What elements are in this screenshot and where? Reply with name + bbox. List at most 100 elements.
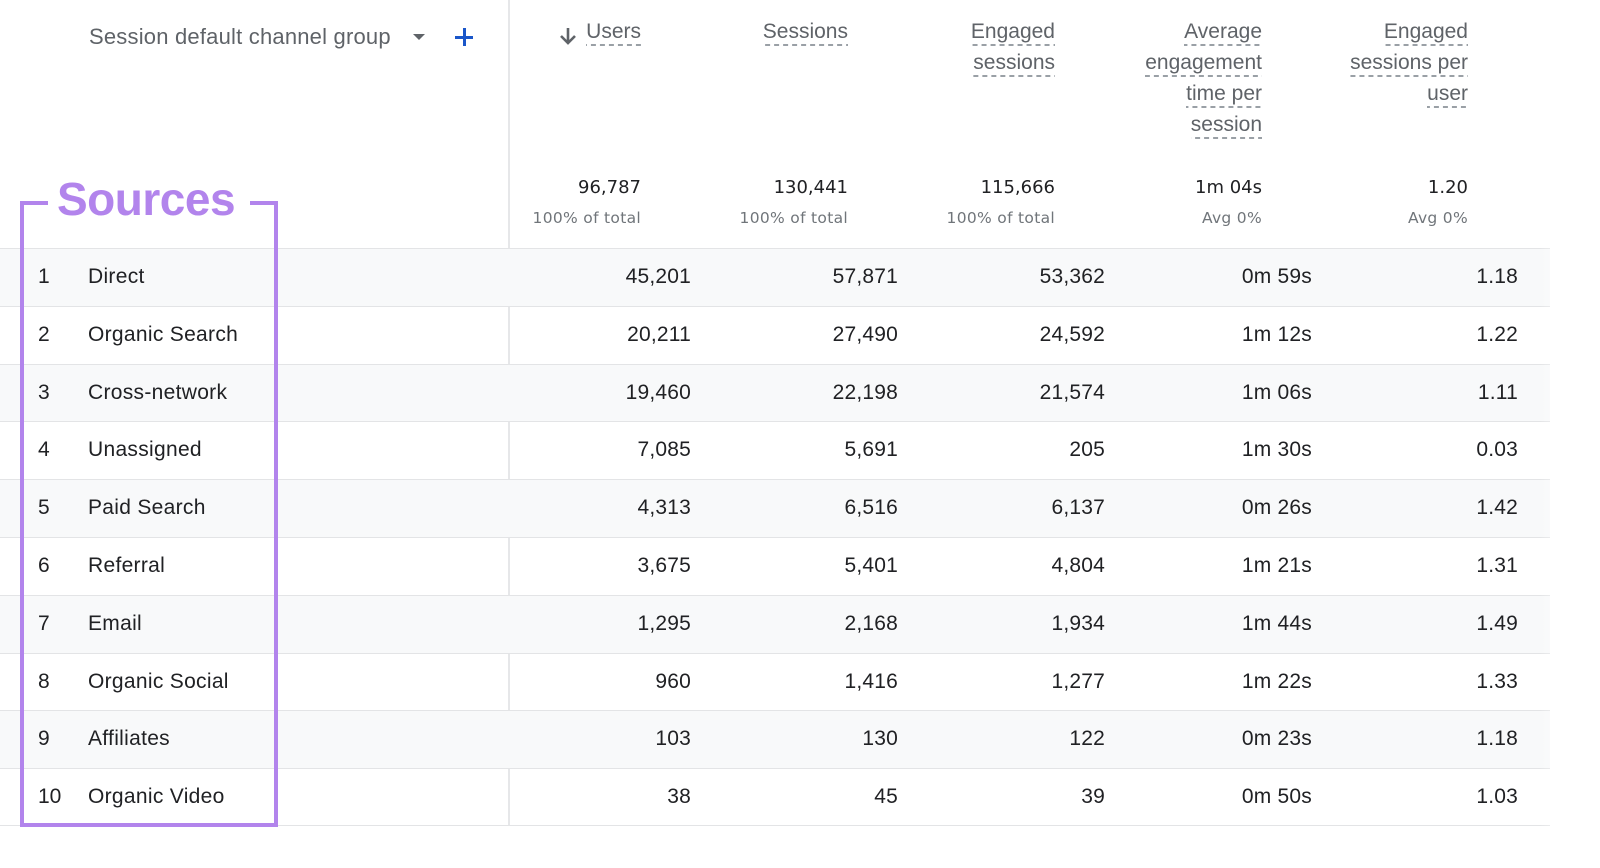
header-line-wrap: engagement — [1145, 51, 1262, 82]
column-header-avg-engagement-time[interactable]: Average engagement time per session — [1145, 20, 1262, 144]
cell-sessions: 57,871 — [832, 265, 898, 288]
cell-sessions: 5,691 — [844, 438, 898, 462]
cell-users: 960 — [655, 669, 691, 693]
total-engaged-sessions: 115,666 100% of total — [947, 175, 1055, 227]
column-header-text[interactable]: Engaged — [970, 20, 1055, 46]
total-value: 1m 04s — [1195, 177, 1262, 198]
total-value: 115,666 — [980, 177, 1055, 198]
total-subtext: 100% of total — [739, 209, 848, 227]
cell-engaged-sessions: 205 — [1069, 438, 1105, 462]
column-header-engaged-sessions-per-user[interactable]: Engaged sessions per user — [1350, 20, 1468, 113]
header-line-wrap: Average — [1184, 20, 1262, 51]
total-subtext: 100% of total — [532, 209, 641, 227]
cell-engaged-sessions-per-user: 1.03 — [1476, 785, 1518, 809]
annotation-bracket-right — [250, 201, 278, 205]
column-header-engaged-sessions[interactable]: Engaged sessions — [970, 20, 1055, 82]
total-value: 1.20 — [1427, 177, 1468, 198]
header-line-wrap: user — [1427, 82, 1468, 113]
cell-engaged-sessions-per-user: 1.18 — [1476, 727, 1518, 751]
column-header-text[interactable]: Average — [1184, 20, 1262, 46]
cell-engaged-sessions-per-user: 0.03 — [1476, 438, 1518, 462]
cell-engaged-sessions-per-user: 1.49 — [1476, 611, 1518, 635]
cell-sessions: 27,490 — [832, 322, 898, 346]
total-value: 130,441 — [773, 177, 848, 198]
header-line-wrap: sessions — [973, 51, 1055, 82]
cell-engaged-sessions: 53,362 — [1039, 265, 1105, 288]
sources-annotation-box — [20, 201, 278, 827]
cell-users: 19,460 — [625, 380, 691, 404]
cell-avg-engagement-time: 1m 44s — [1241, 611, 1312, 635]
total-value: 96,787 — [578, 177, 641, 198]
cell-users: 4,313 — [637, 496, 691, 520]
cell-engaged-sessions-per-user: 1.33 — [1476, 669, 1518, 693]
cell-avg-engagement-time: 1m 12s — [1241, 322, 1312, 346]
total-subtext: 100% of total — [946, 209, 1055, 227]
cell-avg-engagement-time: 1m 22s — [1241, 669, 1312, 693]
column-header-text[interactable]: engagement — [1145, 51, 1262, 77]
header-line-wrap: session — [1190, 113, 1262, 144]
cell-users: 1,295 — [637, 611, 691, 635]
header-line-wrap: time per — [1186, 82, 1262, 113]
cell-engaged-sessions: 4,804 — [1051, 553, 1105, 577]
cell-avg-engagement-time: 0m 59s — [1241, 265, 1312, 288]
cell-engaged-sessions: 122 — [1069, 727, 1105, 751]
cell-engaged-sessions-per-user: 1.11 — [1477, 380, 1518, 404]
cell-engaged-sessions-per-user: 1.42 — [1476, 496, 1518, 520]
cell-sessions: 1,416 — [844, 669, 898, 693]
cell-engaged-sessions-per-user: 1.31 — [1476, 553, 1518, 577]
cell-sessions: 6,516 — [844, 496, 898, 520]
cell-users: 38 — [667, 785, 691, 809]
cell-sessions: 45 — [874, 785, 898, 809]
caret-down-icon[interactable] — [412, 34, 425, 40]
cell-engaged-sessions: 1,277 — [1051, 669, 1105, 693]
cell-sessions: 5,401 — [844, 553, 898, 577]
dimension-label: Session default channel group — [89, 24, 391, 49]
total-avg-engagement-time: 1m 04s Avg 0% — [1195, 175, 1262, 227]
cell-users: 20,211 — [627, 322, 691, 346]
column-header-text[interactable]: Sessions — [762, 20, 848, 46]
cell-users: 7,085 — [637, 438, 691, 462]
column-header-text[interactable]: session — [1190, 113, 1262, 139]
cell-engaged-sessions: 6,137 — [1051, 496, 1105, 520]
column-header-text[interactable]: time per — [1186, 82, 1262, 108]
cell-engaged-sessions: 39 — [1081, 785, 1105, 809]
arrow-down-icon[interactable] — [558, 25, 578, 47]
header-line-wrap: Sessions — [762, 20, 848, 51]
column-header-users[interactable]: Users — [558, 20, 641, 51]
cell-users: 45,201 — [625, 265, 691, 288]
cell-users: 3,675 — [637, 553, 691, 577]
cell-engaged-sessions: 1,934 — [1051, 611, 1105, 635]
cell-avg-engagement-time: 1m 06s — [1241, 380, 1312, 404]
header-line-wrap: Engaged — [970, 20, 1055, 51]
cell-engaged-sessions: 21,574 — [1039, 380, 1105, 404]
column-header-sessions[interactable]: Sessions — [762, 20, 848, 51]
cell-avg-engagement-time: 0m 23s — [1241, 727, 1312, 751]
cell-avg-engagement-time: 1m 30s — [1241, 438, 1312, 462]
column-header-text[interactable]: Users — [586, 20, 641, 46]
annotation-bracket-left — [20, 201, 48, 205]
sources-annotation-label: Sources — [57, 173, 236, 225]
column-header-text[interactable]: sessions per — [1350, 51, 1468, 77]
cell-engaged-sessions-per-user: 1.18 — [1476, 265, 1518, 288]
total-sessions: 130,441 100% of total — [740, 175, 848, 227]
cell-users: 103 — [655, 727, 691, 751]
column-header-text[interactable]: user — [1427, 82, 1468, 108]
total-subtext: Avg 0% — [1407, 209, 1468, 227]
cell-avg-engagement-time: 1m 21s — [1241, 553, 1312, 577]
cell-avg-engagement-time: 0m 26s — [1241, 496, 1312, 520]
cell-sessions: 22,198 — [832, 380, 898, 404]
cell-engaged-sessions: 24,592 — [1039, 322, 1105, 346]
total-users: 96,787 100% of total — [533, 175, 641, 227]
column-header-text[interactable]: Engaged — [1383, 20, 1468, 46]
dimension-header: Session default channel group — [89, 22, 475, 52]
total-subtext: Avg 0% — [1201, 209, 1262, 227]
total-engaged-sessions-per-user: 1.20 Avg 0% — [1408, 175, 1468, 227]
cell-avg-engagement-time: 0m 50s — [1241, 785, 1312, 809]
header-line-wrap: Engaged — [1383, 20, 1468, 51]
column-header-text[interactable]: sessions — [973, 51, 1055, 77]
cell-sessions: 2,168 — [844, 611, 898, 635]
header-line-wrap: sessions per — [1350, 51, 1468, 82]
cell-engaged-sessions-per-user: 1.22 — [1476, 322, 1518, 346]
header-line-wrap: Users — [558, 20, 641, 51]
plus-icon[interactable] — [453, 26, 475, 48]
